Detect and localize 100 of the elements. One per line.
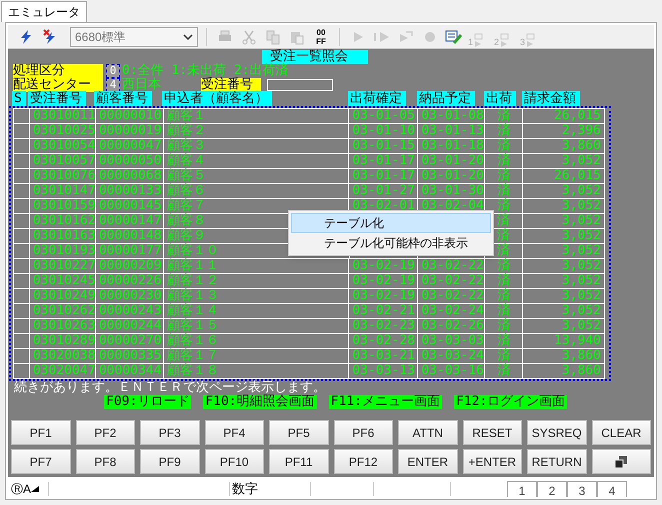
table-cell: 03010245 bbox=[30, 274, 96, 289]
key-button[interactable]: PF7 bbox=[11, 449, 70, 474]
key-button[interactable]: PF5 bbox=[269, 420, 328, 445]
key-button[interactable]: ENTER bbox=[398, 449, 458, 474]
table-cell: 03-02-24 bbox=[418, 304, 486, 319]
table-cell: 顧客３ bbox=[164, 139, 350, 154]
table-cell: 済 bbox=[485, 109, 524, 124]
play-icon bbox=[473, 32, 484, 46]
table-cell: 00000047 bbox=[96, 139, 164, 154]
table-cell: 済 bbox=[485, 169, 524, 184]
key-button[interactable]: PF9 bbox=[140, 449, 200, 474]
field-label: 受注番号 bbox=[201, 78, 261, 92]
session-tab[interactable]: 1 bbox=[507, 481, 537, 497]
table-cell: 顧客１６ bbox=[164, 334, 350, 349]
key-button[interactable]: RESET bbox=[462, 420, 522, 445]
session-tab[interactable]: 3 bbox=[567, 481, 597, 497]
function-key-label[interactable]: F10:明細照会画面 bbox=[203, 395, 317, 409]
table-cell: 済 bbox=[485, 154, 524, 169]
table-cell: 03-02-22 bbox=[418, 259, 486, 274]
field-note: 0:全件 1:未出荷 2:出荷済 bbox=[122, 64, 289, 78]
table-cell: 顧客１５ bbox=[164, 319, 350, 334]
session-tab[interactable]: 2 bbox=[537, 481, 567, 497]
table-cell: 済 bbox=[485, 124, 524, 139]
table-cell: 顧客１４ bbox=[164, 304, 350, 319]
key-button[interactable]: PF2 bbox=[76, 420, 135, 445]
table-cell: 顧客１８ bbox=[164, 364, 350, 379]
table-cell: 26,015 bbox=[523, 169, 605, 184]
key-button[interactable]: ATTN bbox=[398, 420, 458, 445]
key-button[interactable]: PF10 bbox=[204, 449, 264, 474]
key-button[interactable]: RETURN bbox=[527, 449, 586, 474]
table-cell: 00000050 bbox=[96, 154, 164, 169]
signal-icon bbox=[31, 486, 40, 492]
table-cell: 03-01-20 bbox=[418, 169, 486, 184]
function-key-label[interactable]: F12:ログイン画面 bbox=[454, 395, 568, 409]
table-cell: 03010011 bbox=[30, 109, 96, 124]
key-button[interactable]: +ENTER bbox=[462, 449, 522, 474]
table-cell: 済 bbox=[485, 289, 524, 304]
table-cell: 済 bbox=[485, 259, 524, 274]
emulator-tab[interactable]: エミュレータ bbox=[1, 1, 87, 22]
key-button[interactable]: PF12 bbox=[334, 449, 393, 474]
table-cell: 03-01-15 bbox=[349, 139, 418, 154]
table-cell: 03010025 bbox=[30, 124, 96, 139]
table-cell: 00000244 bbox=[96, 319, 164, 334]
table-cell: 3,052 bbox=[523, 199, 605, 214]
table-cell: 00000177 bbox=[96, 244, 164, 259]
table-cell: 3,052 bbox=[523, 229, 605, 244]
table-cell: 03010249 bbox=[30, 289, 96, 304]
table-cell: 03-02-23 bbox=[349, 319, 418, 334]
table-cell: 3,052 bbox=[523, 289, 605, 304]
table-cell: 済 bbox=[485, 349, 524, 364]
chevron-down-icon bbox=[183, 34, 193, 40]
key-button[interactable]: PF6 bbox=[334, 420, 393, 445]
input-field[interactable] bbox=[267, 79, 333, 91]
key-button[interactable]: PF8 bbox=[76, 449, 135, 474]
table-cell: 3,860 bbox=[523, 349, 605, 364]
continue-message: 続きがあります。ＥＮＴＥＲで次ページ表示します。 bbox=[13, 381, 327, 395]
table-cell: 03-01-18 bbox=[418, 139, 486, 154]
table-cell: 済 bbox=[485, 274, 524, 289]
windows-button[interactable] bbox=[592, 449, 651, 474]
function-key-label[interactable]: F11:メニュー画面 bbox=[328, 395, 442, 409]
table-cell: 3,860 bbox=[523, 364, 605, 379]
table-cell: 00000145 bbox=[96, 199, 164, 214]
table-cell: 顧客２ bbox=[164, 124, 350, 139]
overlapping-squares-icon bbox=[615, 456, 628, 468]
status-mode: ⓇA bbox=[8, 480, 48, 498]
table-cell: 2,396 bbox=[523, 124, 605, 139]
key-button[interactable]: PF11 bbox=[269, 449, 328, 474]
menu-item[interactable]: テーブル化 bbox=[291, 213, 491, 233]
table-cell: 03-02-22 bbox=[418, 289, 486, 304]
table-cell: 03020047 bbox=[30, 364, 96, 379]
table-cell: 顧客１１ bbox=[164, 259, 350, 274]
hex-toggle-button[interactable]: 00 FF bbox=[311, 26, 331, 46]
key-button[interactable]: PF4 bbox=[204, 420, 264, 445]
key-button[interactable]: CLEAR bbox=[592, 420, 651, 445]
table-cell: 00000147 bbox=[96, 214, 164, 229]
table-cell: 顧客４ bbox=[164, 154, 350, 169]
table-cell: 00000243 bbox=[96, 304, 164, 319]
profile-dropdown[interactable]: 6680標準 bbox=[70, 26, 198, 46]
key-button[interactable]: PF1 bbox=[11, 420, 70, 445]
table-cell: 03010263 bbox=[30, 319, 96, 334]
session-tab[interactable]: 4 bbox=[597, 481, 627, 497]
field-note: 西日本 bbox=[122, 78, 161, 92]
function-key-label[interactable]: F09:リロード bbox=[104, 395, 192, 409]
key-button[interactable]: SYSREQ bbox=[527, 420, 586, 445]
table-cell: 顧客５ bbox=[164, 169, 350, 184]
column-header: S bbox=[12, 92, 28, 106]
table-cell: 03010262 bbox=[30, 304, 96, 319]
table-cell: 03020038 bbox=[30, 349, 96, 364]
table-cell: 済 bbox=[485, 139, 524, 154]
table-cell: 03-01-13 bbox=[418, 124, 486, 139]
table-cell: 3,052 bbox=[523, 304, 605, 319]
table-cell: 3,052 bbox=[523, 214, 605, 229]
table-cell: 顧客６ bbox=[164, 184, 350, 199]
table-cell: 3,052 bbox=[523, 154, 605, 169]
table-cell: 03-02-19 bbox=[349, 274, 418, 289]
key-button[interactable]: PF3 bbox=[140, 420, 200, 445]
play-icon bbox=[525, 32, 536, 46]
table-cell: 顧客１３ bbox=[164, 289, 350, 304]
table-cell: 03-02-19 bbox=[349, 289, 418, 304]
table-cell: 03-02-26 bbox=[418, 319, 486, 334]
